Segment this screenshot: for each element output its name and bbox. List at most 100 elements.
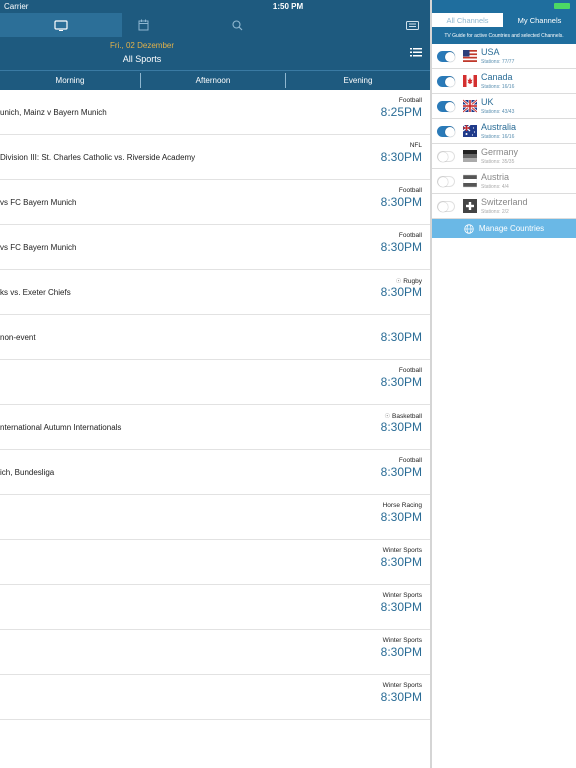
- country-row-austria[interactable]: Austria Stations: 4/4: [432, 169, 576, 194]
- date-label[interactable]: Fri., 02 Dezember: [0, 41, 284, 50]
- country-toggle[interactable]: [437, 176, 455, 187]
- event-time: 8:30PM: [380, 240, 422, 254]
- date-header[interactable]: Fri., 02 Dezember All Sports: [0, 37, 430, 70]
- event-row[interactable]: Winter Sports 8:30PM: [0, 585, 430, 630]
- country-name: Austria: [481, 172, 510, 182]
- germany-flag-icon: [463, 150, 477, 162]
- tab-my-channels[interactable]: My Channels: [503, 13, 576, 27]
- afternoon-button[interactable]: Afternoon: [141, 71, 285, 90]
- austria-flag-icon: [463, 174, 477, 188]
- battery-icon: [554, 3, 570, 9]
- usa-flag-icon: [463, 50, 477, 62]
- event-sport: Winter Sports: [382, 547, 422, 554]
- event-time: 8:30PM: [380, 285, 422, 299]
- live-indicator-icon: ☉: [384, 413, 391, 420]
- evening-button[interactable]: Evening: [286, 71, 430, 90]
- event-row[interactable]: non-event 8:30PM: [0, 315, 430, 360]
- country-toggle[interactable]: [437, 201, 455, 212]
- event-title: vs FC Bayern Munich: [0, 197, 77, 207]
- channel-tabs: All Channels My Channels: [432, 13, 576, 27]
- keyboard-tab[interactable]: [398, 13, 426, 37]
- australia-flag-icon: [463, 124, 477, 137]
- country-toggle[interactable]: [437, 76, 455, 87]
- country-name: Australia: [481, 122, 517, 132]
- country-row-australia[interactable]: Australia Stations: 16/16: [432, 119, 576, 144]
- event-time: 8:30PM: [380, 330, 422, 344]
- event-sport: Winter Sports: [382, 592, 422, 599]
- tv-tab[interactable]: [0, 13, 122, 37]
- calendar-icon: [138, 19, 148, 31]
- event-row[interactable]: vs FC Bayern Munich Football 8:30PM: [0, 225, 430, 270]
- event-row[interactable]: vs FC Bayern Munich Football 8:30PM: [0, 180, 430, 225]
- event-sport-label: Basketball: [392, 413, 422, 420]
- event-time: 8:30PM: [380, 195, 422, 209]
- status-time: 1:50 PM: [272, 2, 304, 11]
- country-row-switzerland[interactable]: Switzerland Stations: 2/2: [432, 194, 576, 219]
- globe-icon: [464, 223, 474, 234]
- event-row[interactable]: Winter Sports 8:30PM: [0, 540, 430, 585]
- event-title: ich, Bundesliga: [0, 467, 55, 477]
- event-row[interactable]: Division III: St. Charles Catholic vs. R…: [0, 135, 430, 180]
- switzerland-flag-icon: [463, 199, 477, 213]
- country-stations: Stations: 35/35: [481, 159, 515, 165]
- event-sport: Football: [398, 232, 422, 239]
- event-time: 8:30PM: [380, 420, 422, 434]
- event-row[interactable]: unich, Mainz v Bayern Munich Football 8:25…: [0, 90, 430, 135]
- tv-icon: [54, 19, 68, 31]
- country-name: Canada: [481, 72, 513, 82]
- country-toggle[interactable]: [437, 101, 455, 112]
- event-row[interactable]: Horse Racing 8:30PM: [0, 495, 430, 540]
- country-row-uk[interactable]: UK Stations: 43/43: [432, 94, 576, 119]
- event-time: 8:30PM: [380, 600, 422, 614]
- time-of-day-bar: Morning Afternoon Evening: [0, 70, 430, 90]
- event-sport: Winter Sports: [382, 682, 422, 689]
- country-stations: Stations: 2/2: [481, 209, 509, 215]
- event-time: 8:30PM: [380, 150, 422, 164]
- manage-countries-button[interactable]: Manage Countries: [432, 219, 576, 238]
- event-title: Division III: St. Charles Catholic vs. R…: [0, 152, 196, 162]
- tab-all-channels[interactable]: All Channels: [432, 13, 503, 27]
- list-icon[interactable]: [410, 47, 422, 58]
- country-row-canada[interactable]: Canada Stations: 16/16: [432, 69, 576, 94]
- country-name: USA: [481, 47, 500, 57]
- event-sport: Football: [398, 367, 422, 374]
- channels-subtitle: TV Guide for active Countries and select…: [432, 27, 576, 44]
- morning-button[interactable]: Morning: [0, 71, 140, 90]
- event-sport: Horse Racing: [382, 502, 422, 509]
- event-sport: ☉ Rugby: [396, 277, 422, 285]
- event-title: ks vs. Exeter Chiefs: [0, 287, 71, 297]
- event-row[interactable]: Football 8:30PM: [0, 360, 430, 405]
- event-sport: NFL: [409, 142, 422, 149]
- event-row[interactable]: nternational Autumn Internationals ☉ Bask…: [0, 405, 430, 450]
- manage-countries-label: Manage Countries: [478, 224, 545, 233]
- event-title: nternational Autumn Internationals: [0, 422, 122, 432]
- country-toggle[interactable]: [437, 126, 455, 137]
- country-toggle[interactable]: [437, 51, 455, 62]
- event-sport: Football: [398, 457, 422, 464]
- schedule-panel: Fri., 02 Dezember All Sports Morning Aft…: [0, 0, 430, 768]
- event-time: 8:30PM: [380, 690, 422, 704]
- event-time: 8:30PM: [380, 465, 422, 479]
- event-sport-label: Rugby: [403, 278, 422, 285]
- country-list: USA Stations: 77/77 Canada Stations: 16/…: [432, 44, 576, 238]
- sport-filter-label[interactable]: All Sports: [0, 54, 284, 64]
- calendar-tab[interactable]: [122, 13, 164, 37]
- event-row[interactable]: Winter Sports 8:30PM: [0, 630, 430, 675]
- main-tab-strip: [0, 13, 430, 37]
- search-tab[interactable]: [216, 13, 258, 37]
- country-toggle[interactable]: [437, 151, 455, 162]
- country-stations: Stations: 4/4: [481, 184, 509, 190]
- country-stations: Stations: 77/77: [481, 59, 515, 65]
- country-stations: Stations: 16/16: [481, 84, 515, 90]
- event-row[interactable]: ks vs. Exeter Chiefs ☉ Rugby 8:30PM: [0, 270, 430, 315]
- event-time: 8:30PM: [380, 510, 422, 524]
- event-sport: Football: [398, 187, 422, 194]
- event-list: unich, Mainz v Bayern Munich Football 8:25…: [0, 90, 430, 720]
- event-time: 8:30PM: [380, 645, 422, 659]
- country-row-usa[interactable]: USA Stations: 77/77: [432, 44, 576, 69]
- event-sport: Football: [398, 97, 422, 104]
- country-row-germany[interactable]: Germany Stations: 35/35: [432, 144, 576, 169]
- event-row[interactable]: ich, Bundesliga Football 8:30PM: [0, 450, 430, 495]
- event-row[interactable]: Winter Sports 8:30PM: [0, 675, 430, 720]
- event-time: 8:25PM: [380, 105, 422, 119]
